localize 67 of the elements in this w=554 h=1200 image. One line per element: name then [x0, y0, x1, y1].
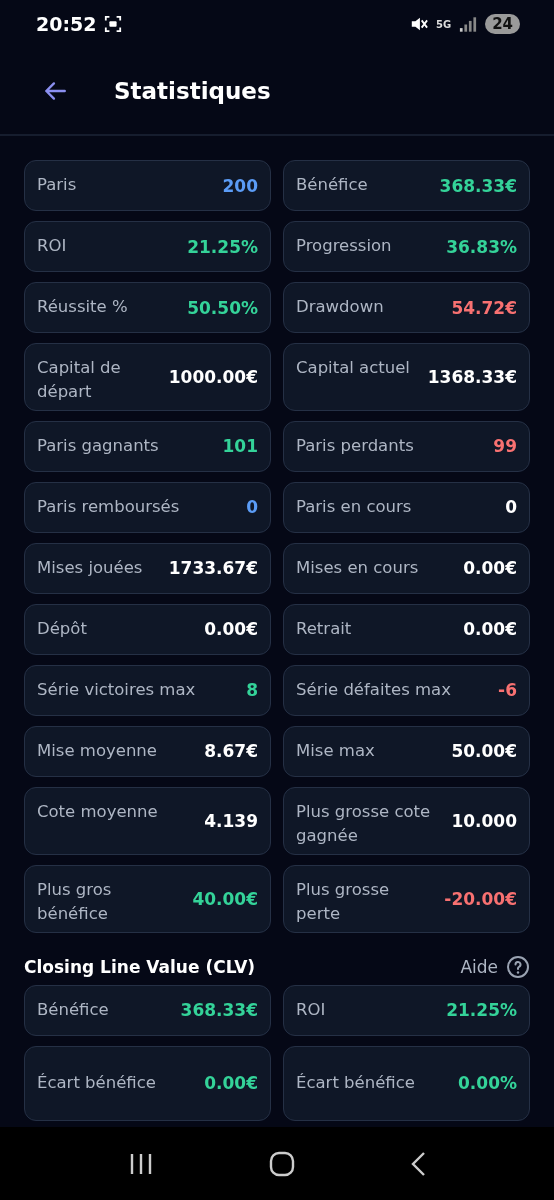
stat-value: 200: [222, 175, 258, 196]
stat-value: 0.00€: [463, 558, 517, 579]
stat-label: Cote moyenne: [37, 800, 159, 823]
stat-value: 101: [222, 436, 258, 457]
section-title: Closing Line Value (CLV): [24, 956, 256, 977]
stat-value: 1733.67€: [168, 558, 258, 579]
stat-label: ROI: [296, 998, 327, 1021]
stat-value: 368.33€: [180, 1000, 258, 1021]
help-icon[interactable]: [506, 954, 530, 979]
stat-value: 0: [505, 497, 517, 518]
stat-label: Capital actuel: [296, 357, 411, 379]
stat-value: 36.83%: [446, 236, 517, 257]
stat-label: Écart bénéfice: [296, 1072, 416, 1095]
stat-value: 0.00€: [463, 619, 517, 640]
help-link[interactable]: Aide: [460, 956, 498, 977]
stat-label: Paris: [37, 174, 78, 196]
stat-label: ROI: [37, 235, 68, 257]
stat-value: 1000.00€: [168, 366, 258, 387]
stat-label: Mises en cours: [296, 556, 420, 579]
stat-label: Réussite %: [37, 296, 129, 318]
stat-label: Mises jouées: [37, 556, 144, 579]
stat-label: Plus gros bénéfice: [37, 878, 113, 925]
stat-value: 50.50%: [187, 297, 258, 318]
stat-label: Série défaites max: [296, 678, 452, 701]
stat-label: Série victoires max: [37, 678, 197, 701]
signal-icon: [459, 16, 478, 32]
stat-label: Paris gagnants: [37, 434, 160, 457]
stat-value: 99: [493, 436, 517, 457]
stat-value: 4.139: [204, 810, 258, 831]
battery-indicator: 24: [485, 14, 520, 34]
stat-value: 1368.33€: [427, 366, 517, 387]
stat-value: 40.00€: [192, 888, 258, 909]
stat-value: 21.25%: [187, 236, 258, 257]
stat-value: 0.00€: [204, 619, 258, 640]
page-title: Statistiques: [114, 78, 271, 104]
stat-value: -20.00€: [444, 888, 517, 909]
stat-label: Capital de départ: [37, 357, 122, 403]
stat-value: 10.000: [451, 810, 517, 831]
home-icon[interactable]: [269, 1150, 295, 1177]
stat-label: Dépôt: [37, 617, 88, 640]
stat-value: 368.33€: [439, 175, 517, 196]
stat-label: Progression: [296, 235, 393, 257]
stat-value: 50.00€: [451, 741, 517, 762]
stat-label: Plus grosse perte: [296, 878, 391, 925]
stat-label: Paris perdants: [296, 434, 415, 457]
stat-label: Écart bénéfice: [37, 1072, 157, 1095]
stat-value: 8.67€: [204, 741, 258, 762]
stat-label: Bénéfice: [37, 998, 110, 1021]
stat-value: -6: [498, 680, 517, 701]
stat-value: 0.00%: [458, 1073, 517, 1094]
stat-value: 0.00€: [204, 1073, 258, 1094]
stat-label: Plus grosse cote gagnée: [296, 800, 432, 847]
stat-label: Bénéfice: [296, 174, 369, 196]
network-label: 5G: [435, 18, 452, 30]
stat-label: Mise moyenne: [37, 739, 158, 762]
stat-value: 8: [246, 680, 258, 701]
screenshot-icon: [104, 15, 123, 33]
stat-label: Mise max: [296, 739, 376, 762]
stat-label: Paris en cours: [296, 495, 413, 518]
stat-label: Drawdown: [296, 296, 385, 318]
stat-label: Paris remboursés: [37, 495, 181, 518]
mute-icon: [409, 15, 428, 33]
stat-label: Retrait: [296, 617, 353, 640]
stat-value: 21.25%: [446, 1000, 517, 1021]
clock: 20:52: [36, 13, 97, 35]
stat-value: 54.72€: [451, 297, 517, 318]
stat-value: 0: [246, 497, 258, 518]
